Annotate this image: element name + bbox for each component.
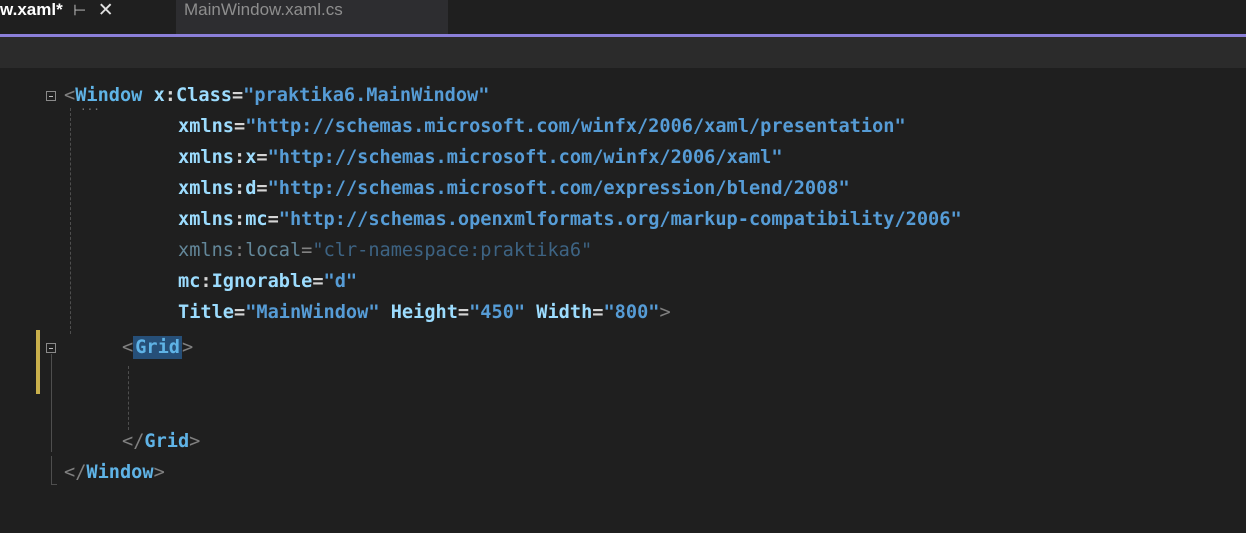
attr-name: x (245, 147, 257, 168)
code-line-3: xmlns:x="http://schemas.microsoft.com/wi… (178, 147, 783, 168)
element-name: Grid (144, 431, 190, 452)
attr-value: "http://schemas.microsoft.com/expression… (267, 178, 850, 199)
indent-guide (70, 108, 71, 334)
attr-namespace: xmlns (178, 240, 234, 261)
code-line-5: xmlns:mc="http://schemas.openxmlformats.… (178, 209, 962, 230)
tab-label: w.xaml* (0, 0, 63, 19)
navigation-bar[interactable] (0, 37, 1246, 68)
fold-guide (51, 354, 52, 452)
code-line-9: < Grid > (122, 336, 194, 359)
code-line-6: xmlns:local="clr-namespace:praktika6" (178, 240, 593, 261)
attr-name: Width (536, 302, 593, 323)
attr-value: "450" (469, 302, 526, 323)
code-line-4: xmlns:d="http://schemas.microsoft.com/ex… (178, 178, 850, 199)
change-marker (36, 330, 40, 394)
attr-name: Height (390, 302, 458, 323)
indent-guide (128, 366, 129, 430)
attr-value: "praktika6.MainWindow" (243, 85, 490, 106)
attr-value: "800" (603, 302, 660, 323)
element-name-highlighted: Grid (133, 336, 182, 359)
document-tab-strip: w.xaml* ⊥ ✕ MainWindow.xaml.cs (0, 0, 1246, 34)
attr-namespace: xmlns (178, 178, 234, 199)
tab-label: MainWindow.xaml.cs (184, 0, 343, 19)
attr-namespace: x (153, 85, 165, 106)
fold-guide (51, 456, 52, 484)
attr-namespace: mc (178, 271, 201, 292)
pin-icon[interactable]: ⊥ (70, 3, 88, 16)
attr-name: Ignorable (211, 271, 313, 292)
code-line-13: </Window> (64, 462, 165, 483)
attr-name: local (245, 240, 302, 261)
attr-name: mc (245, 209, 268, 230)
attr-name: Class (175, 85, 232, 106)
attr-name: d (245, 178, 257, 199)
attr-value: "http://schemas.microsoft.com/winfx/2006… (245, 116, 906, 137)
attr-name: xmlns (178, 116, 234, 137)
attr-value: "http://schemas.openxmlformats.org/marku… (278, 209, 962, 230)
attr-value: "http://schemas.microsoft.com/winfx/2006… (267, 147, 783, 168)
fold-guide-end (51, 484, 57, 485)
attr-namespace: xmlns (178, 147, 234, 168)
fold-collapse-icon[interactable] (46, 343, 56, 353)
fold-collapse-icon[interactable] (46, 91, 56, 101)
tab-mainwindow-xaml[interactable]: w.xaml* ⊥ ✕ (0, 0, 176, 34)
attr-value: "clr-namespace:praktika6" (312, 240, 593, 261)
tab-mainwindow-xaml-cs[interactable]: MainWindow.xaml.cs (176, 0, 448, 34)
code-line-7: mc:Ignorable="d" (178, 271, 358, 292)
element-name: Window (75, 85, 143, 106)
attr-value: "d" (323, 271, 358, 292)
code-line-2: xmlns="http://schemas.microsoft.com/winf… (178, 116, 906, 137)
code-line-8: Title="MainWindow" Height="450" Width="8… (178, 302, 671, 323)
attr-value: "MainWindow" (245, 302, 380, 323)
code-line-12: </Grid> (122, 431, 201, 452)
attr-namespace: xmlns (178, 209, 234, 230)
code-line-1: <Window x:Class="praktika6.MainWindow" (64, 85, 490, 106)
attr-name: Title (178, 302, 234, 323)
element-name: Window (86, 462, 154, 483)
close-icon[interactable]: ✕ (98, 0, 114, 22)
